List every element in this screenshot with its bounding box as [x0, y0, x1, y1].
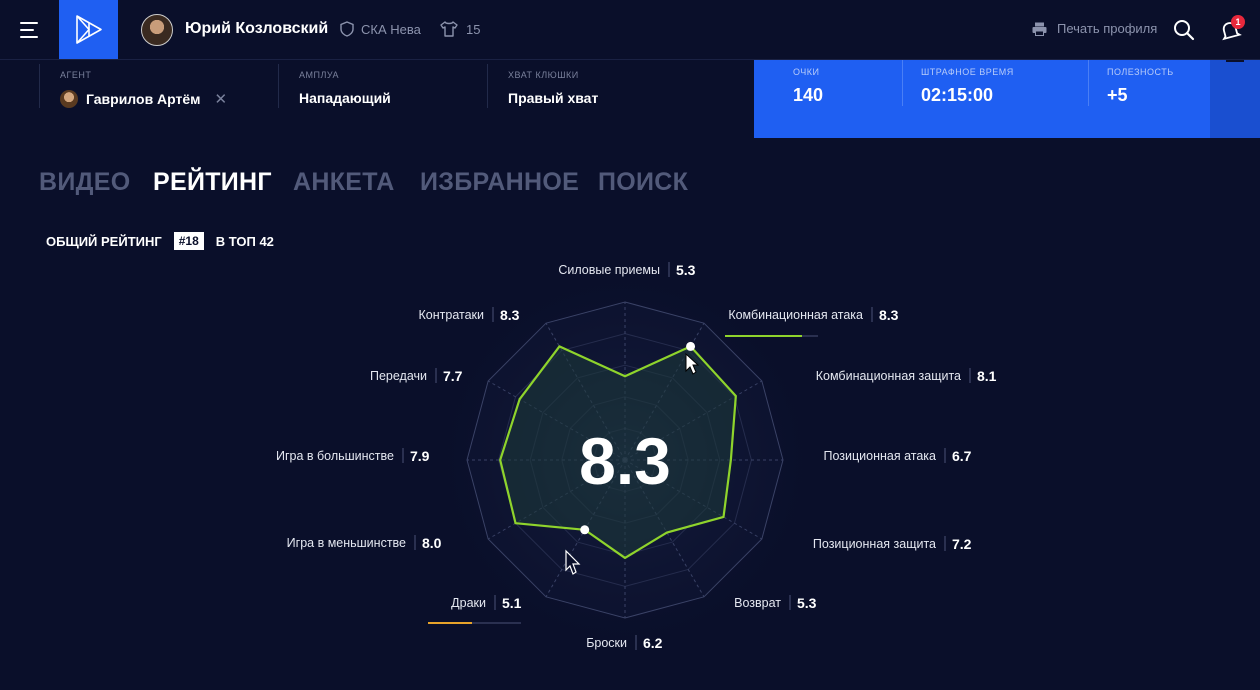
radar-point-highlight [580, 525, 590, 535]
axis-value-label: 6.2 [643, 635, 663, 651]
axis-value-label: 8.0 [422, 535, 442, 551]
axis-label: Передачи [370, 369, 427, 383]
axis-label: Драки [451, 596, 486, 610]
axis-label: Силовые приемы [558, 263, 660, 277]
axis-label: Игра в меньшинстве [287, 536, 406, 550]
axis-value-label: 8.1 [977, 368, 997, 384]
axis-value-label: 5.3 [797, 595, 817, 611]
radar-point-highlight [686, 341, 696, 351]
axis-value-label: 6.7 [952, 448, 972, 464]
radar-center-value: 8.3 [579, 424, 671, 498]
axis-value-label: 7.9 [410, 448, 430, 464]
axis-label: Позиционная атака [823, 449, 936, 463]
axis-value-label: 8.3 [500, 307, 520, 323]
axis-value-label: 8.3 [879, 307, 899, 323]
axis-label: Контратаки [419, 308, 484, 322]
axis-label: Броски [586, 636, 627, 650]
axis-label: Комбинационная атака [728, 308, 863, 322]
axis-label: Комбинационная защита [816, 369, 961, 383]
axis-label: Игра в большинстве [276, 449, 394, 463]
radar-chart: 8.3 Силовые приемы 5.3 Комбинационная атака… [276, 262, 997, 658]
axis-value-label: 5.1 [502, 595, 522, 611]
axis-value-label: 5.3 [676, 262, 696, 278]
axis-label: Позиционная защита [813, 537, 936, 551]
axis-label: Возврат [734, 596, 781, 610]
axis-value-label: 7.7 [443, 368, 463, 384]
axis-value-label: 7.2 [952, 536, 972, 552]
